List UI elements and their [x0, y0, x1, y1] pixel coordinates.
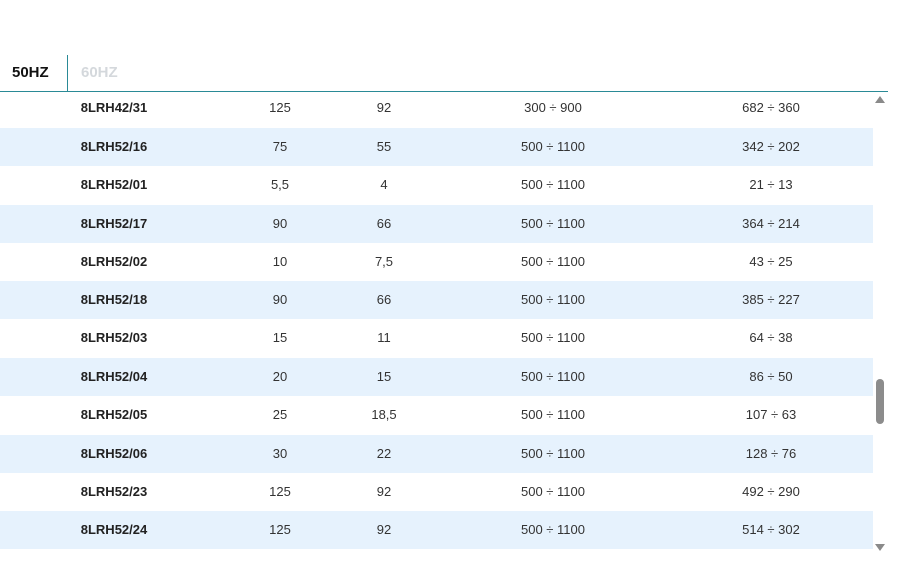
kw-cell: 90	[272, 292, 288, 307]
hp-cell: 22	[376, 446, 392, 461]
model-cell: 8LRH52/24	[80, 522, 148, 537]
range-cell: 86 ÷ 50	[749, 369, 793, 384]
model-cell: 8LRH52/02	[80, 254, 148, 269]
range-cell: 500 ÷ 1100	[520, 446, 585, 461]
table-row: 8LRH52/16 75 55 500 ÷ 1100 342 ÷ 202	[0, 128, 873, 166]
range-cell: 500 ÷ 1100	[520, 139, 585, 154]
table-row: 8LRH52/17 90 66 500 ÷ 1100 364 ÷ 214	[0, 205, 873, 243]
model-cell: 8LRH52/04	[80, 369, 148, 384]
model-cell: 8LRH52/06	[80, 446, 148, 461]
hp-cell: 18,5	[371, 407, 397, 422]
model-cell: 8LRH52/23	[80, 484, 148, 499]
range-cell: 492 ÷ 290	[742, 484, 800, 499]
arrow-down-icon[interactable]	[875, 544, 885, 551]
kw-cell: 125	[269, 100, 291, 115]
model-cell: 8LRH42/31	[80, 100, 148, 115]
tab-50hz[interactable]: 50HZ	[0, 55, 68, 91]
arrow-up-icon[interactable]	[875, 96, 885, 103]
range-cell: 500 ÷ 1100	[520, 292, 585, 307]
kw-cell: 5,5	[270, 177, 290, 192]
hp-cell: 66	[376, 216, 392, 231]
kw-cell: 30	[272, 446, 288, 461]
hp-cell: 92	[376, 484, 392, 499]
hp-cell: 15	[376, 369, 392, 384]
range-cell: 500 ÷ 1100	[520, 177, 585, 192]
range-cell: 364 ÷ 214	[742, 216, 800, 231]
table-row: 8LRH42/31 125 92 300 ÷ 900 682 ÷ 360	[0, 92, 873, 127]
table-row: 8LRH52/23 125 92 500 ÷ 1100 492 ÷ 290	[0, 473, 873, 511]
range-cell: 500 ÷ 1100	[520, 407, 585, 422]
range-cell: 128 ÷ 76	[745, 446, 797, 461]
hp-cell: 7,5	[374, 254, 394, 269]
range-cell: 500 ÷ 1100	[520, 522, 585, 537]
kw-cell: 10	[272, 254, 288, 269]
kw-cell: 90	[272, 216, 288, 231]
range-cell: 500 ÷ 1100	[520, 254, 585, 269]
model-cell: 8LRH52/03	[80, 330, 148, 345]
pump-table: 8LRH42/31 125 92 300 ÷ 900 682 ÷ 360 8LR…	[0, 92, 873, 550]
table-row: 8LRH52/02 10 7,5 500 ÷ 1100 43 ÷ 25	[0, 243, 873, 281]
table-row: 8LRH52/05 25 18,5 500 ÷ 1100 107 ÷ 63	[0, 396, 873, 434]
range-cell: 21 ÷ 13	[749, 177, 793, 192]
table-row: 8LRH52/18 90 66 500 ÷ 1100 385 ÷ 227	[0, 281, 873, 319]
model-cell: 8LRH52/17	[80, 216, 148, 231]
vertical-scrollbar[interactable]	[873, 92, 887, 554]
range-cell: 514 ÷ 302	[742, 522, 800, 537]
range-cell: 500 ÷ 1100	[520, 369, 585, 384]
range-cell: 300 ÷ 900	[524, 100, 582, 115]
kw-cell: 125	[269, 484, 291, 499]
hp-cell: 66	[376, 292, 392, 307]
range-cell: 107 ÷ 63	[745, 407, 797, 422]
hp-cell: 11	[377, 330, 391, 345]
model-cell: 8LRH52/05	[80, 407, 148, 422]
range-cell: 342 ÷ 202	[742, 139, 800, 154]
kw-cell: 125	[269, 522, 291, 537]
frequency-tabs: 50HZ 60HZ	[0, 55, 888, 92]
range-cell: 43 ÷ 25	[749, 254, 793, 269]
table-row: 8LRH52/06 30 22 500 ÷ 1100 128 ÷ 76	[0, 435, 873, 473]
hp-cell: 92	[376, 522, 392, 537]
range-cell: 500 ÷ 1100	[520, 330, 585, 345]
kw-cell: 20	[272, 369, 288, 384]
table-row: 8LRH52/01 5,5 4 500 ÷ 1100 21 ÷ 13	[0, 166, 873, 204]
hp-cell: 4	[380, 177, 388, 192]
hp-cell: 92	[376, 100, 392, 115]
table-row: 8LRH52/24 125 92 500 ÷ 1100 514 ÷ 302	[0, 511, 873, 549]
scrollbar-thumb[interactable]	[876, 379, 884, 424]
model-cell: 8LRH52/01	[80, 177, 148, 192]
range-cell: 500 ÷ 1100	[520, 216, 585, 231]
table-row: 8LRH52/04 20 15 500 ÷ 1100 86 ÷ 50	[0, 358, 873, 396]
table-row: 8LRH52/03 15 11 500 ÷ 1100 64 ÷ 38	[0, 319, 873, 357]
model-cell: 8LRH52/16	[80, 139, 148, 154]
hp-cell: 55	[376, 139, 392, 154]
kw-cell: 25	[272, 407, 288, 422]
range-cell: 385 ÷ 227	[742, 292, 800, 307]
range-cell: 500 ÷ 1100	[520, 484, 585, 499]
range-cell: 64 ÷ 38	[749, 330, 793, 345]
tab-60hz[interactable]: 60HZ	[68, 55, 138, 91]
range-cell: 682 ÷ 360	[742, 100, 800, 115]
kw-cell: 75	[272, 139, 288, 154]
kw-cell: 15	[272, 330, 288, 345]
model-cell: 8LRH52/18	[80, 292, 148, 307]
